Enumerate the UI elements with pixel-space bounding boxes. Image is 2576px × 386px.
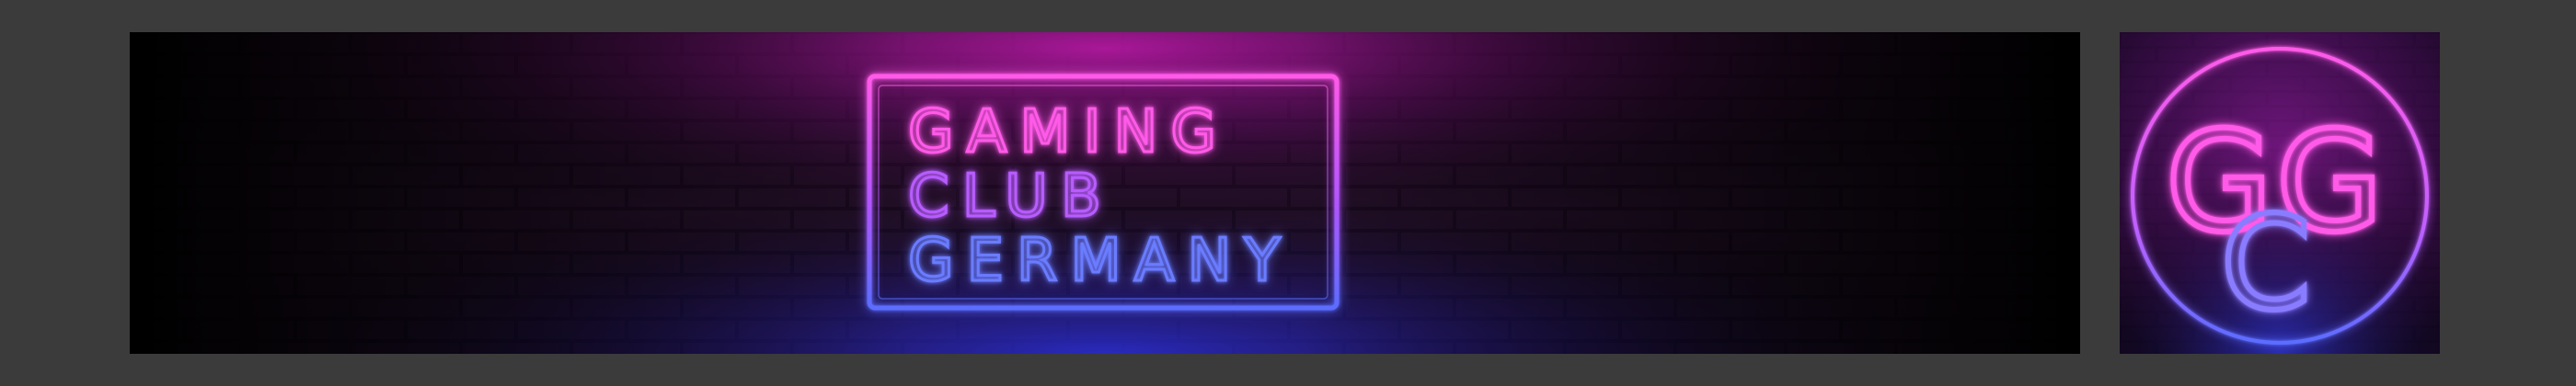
avatar-art: G G C bbox=[2120, 32, 2440, 354]
banner-panel: GAMING CLUB GERMANY bbox=[130, 32, 2080, 354]
avatar-letter-3: C bbox=[2221, 189, 2311, 339]
banner-line-2: CLUB bbox=[908, 163, 1114, 231]
stage: GAMING CLUB GERMANY G G C bbox=[0, 0, 2576, 386]
banner-line-1: GAMING bbox=[908, 98, 1229, 166]
banner-art: GAMING CLUB GERMANY bbox=[130, 32, 2080, 354]
banner-line-3: GERMANY bbox=[908, 227, 1293, 295]
avatar-panel: G G C bbox=[2120, 32, 2440, 354]
